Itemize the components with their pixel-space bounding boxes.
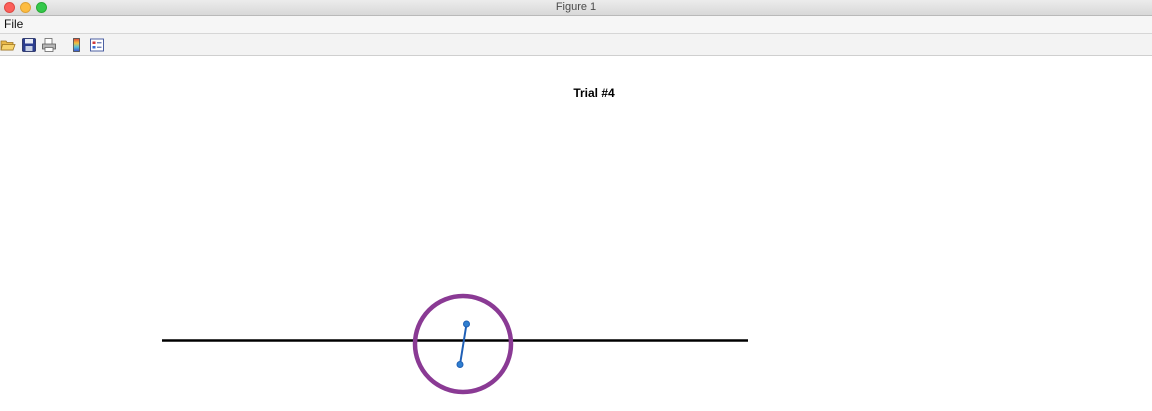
insert-legend-icon[interactable] (89, 37, 105, 53)
insert-colorbar-icon[interactable] (69, 37, 85, 53)
toolbar (0, 34, 1152, 56)
pendulum-rod (459, 323, 468, 365)
plot-area (162, 293, 748, 395)
open-file-icon[interactable] (0, 37, 16, 53)
pendulum-tip-marker (463, 320, 470, 328)
print-icon[interactable] (41, 37, 57, 53)
window-title: Figure 1 (555, 1, 597, 13)
menu-file[interactable]: File (4, 16, 23, 33)
figure-window: Figure 1 File Trial #4 (0, 0, 1152, 411)
figure-canvas[interactable]: Trial #4 (0, 56, 1152, 411)
title-bar: Figure 1 (0, 0, 1152, 16)
pendulum-base-marker (456, 361, 464, 368)
save-icon[interactable] (21, 37, 37, 53)
menu-bar: File (0, 16, 1152, 34)
